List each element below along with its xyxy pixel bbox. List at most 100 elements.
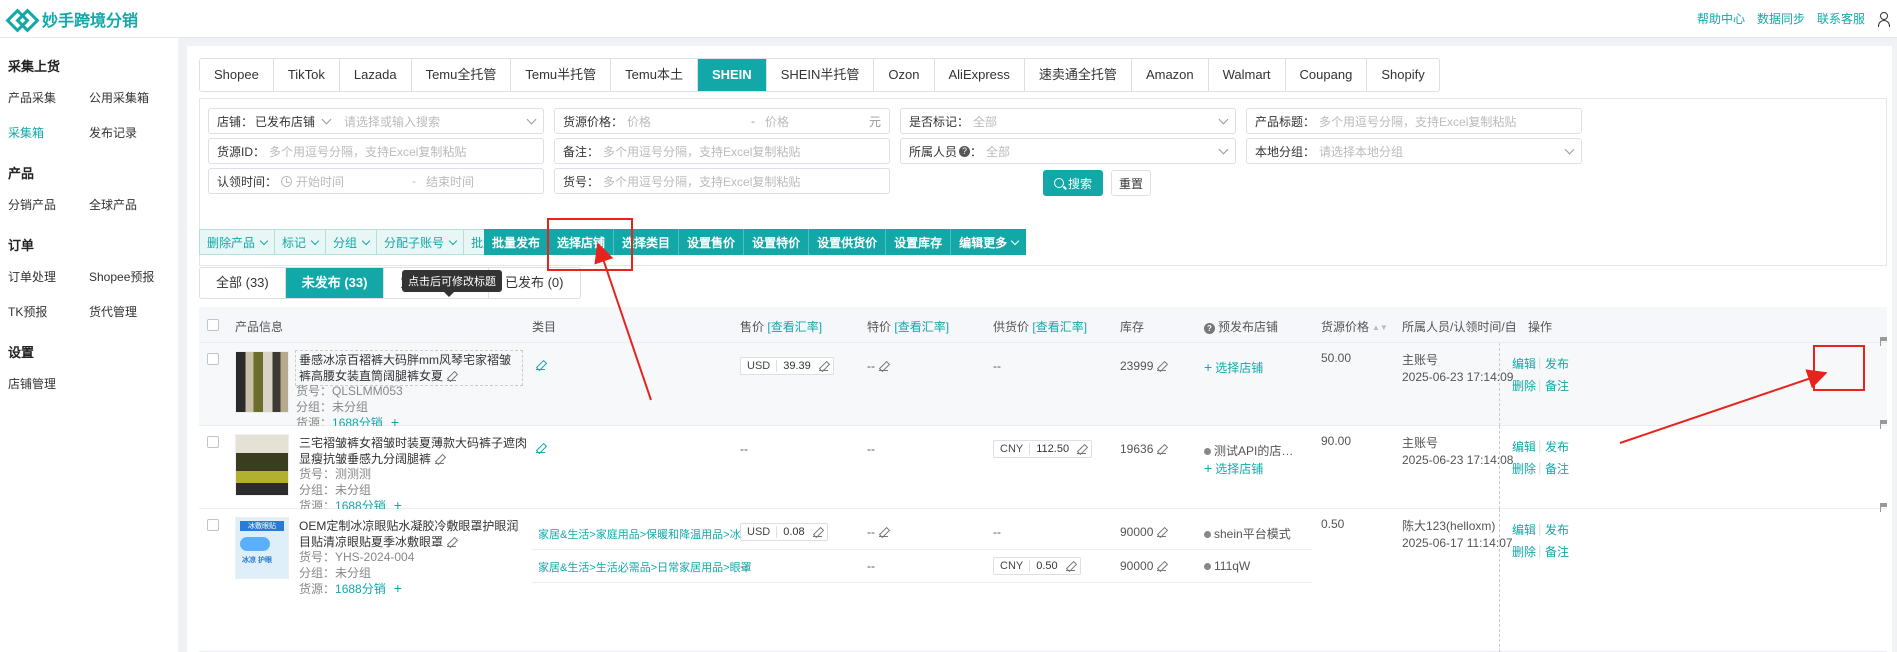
- flag-icon[interactable]: [1880, 420, 1888, 429]
- product-title[interactable]: OEM定制冰凉眼贴水凝胶冷敷眼罩护眼润目贴清凉眼贴夏季冰敷眼罩: [299, 518, 527, 550]
- mark-button[interactable]: 标记: [274, 229, 326, 255]
- plus-icon[interactable]: +: [394, 581, 402, 595]
- store-select[interactable]: 店铺： 已发布店铺 请选择或输入搜索: [208, 108, 544, 134]
- edit-icon[interactable]: [879, 362, 888, 372]
- price-box[interactable]: USD 39.39: [740, 357, 834, 375]
- publish-button[interactable]: 发布: [1545, 521, 1569, 538]
- product-title[interactable]: 垂感冰凉百褶裤大码胖mm风琴宅家褶皱裤高腰女装直筒阔腿裤女夏: [295, 350, 523, 386]
- publish-button[interactable]: 发布: [1545, 355, 1569, 372]
- note-button[interactable]: 备注: [1545, 543, 1569, 560]
- set-price-button[interactable]: 设置售价: [679, 229, 745, 255]
- tab-tiktok[interactable]: TikTok: [274, 59, 340, 91]
- data-sync-link[interactable]: 数据同步: [1757, 10, 1805, 27]
- row-checkbox[interactable]: [207, 519, 219, 531]
- category-path[interactable]: 家居&生活>家庭用品>保暖和降温用品>冰贴: [538, 526, 752, 542]
- user-icon[interactable]: [1877, 11, 1890, 27]
- edit-more-button[interactable]: 编辑更多: [951, 229, 1027, 255]
- set-stock-button[interactable]: 设置库存: [886, 229, 952, 255]
- tab-temu-half[interactable]: Temu半托管: [511, 59, 612, 91]
- edit-icon[interactable]: [536, 361, 545, 371]
- special-price[interactable]: --: [867, 359, 888, 373]
- group-button[interactable]: 分组: [325, 229, 377, 255]
- set-supply-price-button[interactable]: 设置供货价: [809, 229, 887, 255]
- select-store-link[interactable]: + 选择店铺: [1204, 460, 1263, 477]
- product-title[interactable]: 三宅褶皱裤女褶皱时装夏薄款大码裤子遮肉显瘦抗皱垂感九分阔腿裤: [299, 435, 527, 467]
- sidebar-item-collect-box[interactable]: 采集箱: [8, 124, 89, 141]
- tab-temu-local[interactable]: Temu本土: [611, 59, 698, 91]
- tab-shein-half[interactable]: SHEIN半托管: [767, 59, 875, 91]
- local-group-select[interactable]: 本地分组： 请选择本地分组: [1246, 138, 1582, 164]
- rate-link[interactable]: [查看汇率]: [894, 320, 949, 334]
- stock[interactable]: 19636: [1120, 442, 1167, 456]
- edit-icon[interactable]: [1157, 362, 1167, 372]
- tab-shopee[interactable]: Shopee: [200, 59, 274, 91]
- delete-button[interactable]: 删除: [1512, 543, 1536, 560]
- flag-icon[interactable]: [1880, 503, 1888, 512]
- sidebar-item-tk-forecast[interactable]: TK预报: [8, 303, 89, 320]
- stock[interactable]: 90000: [1120, 525, 1167, 539]
- edit-button[interactable]: 编辑: [1512, 438, 1536, 455]
- product-thumbnail[interactable]: [235, 351, 289, 413]
- delete-product-button[interactable]: 删除产品: [199, 229, 275, 255]
- sku-input[interactable]: 货号： 多个用逗号分隔，支持Excel复制粘贴: [554, 168, 890, 194]
- edit-icon[interactable]: [1157, 562, 1167, 572]
- flag-icon[interactable]: [1880, 337, 1888, 346]
- note-input[interactable]: 备注： 多个用逗号分隔，支持Excel复制粘贴: [554, 138, 890, 164]
- tab-coupang[interactable]: Coupang: [1286, 59, 1368, 91]
- edit-button[interactable]: 编辑: [1512, 355, 1536, 372]
- sidebar-item-global-product[interactable]: 全球产品: [89, 196, 170, 213]
- row-checkbox[interactable]: [207, 353, 219, 365]
- edit-icon[interactable]: [435, 455, 445, 465]
- product-title-input[interactable]: 产品标题： 多个用逗号分隔，支持Excel复制粘贴: [1246, 108, 1582, 134]
- edit-icon[interactable]: [818, 362, 828, 371]
- sidebar-item-publish-record[interactable]: 发布记录: [89, 124, 170, 141]
- tab-shopify[interactable]: Shopify: [1367, 59, 1438, 91]
- tab-ozon[interactable]: Ozon: [874, 59, 935, 91]
- sidebar-item-store-manage[interactable]: 店铺管理: [8, 375, 92, 392]
- select-store-link[interactable]: + 选择店铺: [1204, 359, 1263, 376]
- edit-icon[interactable]: [1065, 562, 1075, 571]
- tab-unpublished[interactable]: 未发布 (33): [285, 268, 385, 298]
- owner-select[interactable]: 所属人员 ? ： 全部: [900, 138, 1236, 164]
- edit-icon[interactable]: [879, 528, 888, 538]
- tab-published[interactable]: 已发布 (0): [489, 268, 580, 298]
- category-edit[interactable]: [532, 440, 545, 455]
- delete-button[interactable]: 删除: [1512, 377, 1536, 394]
- select-store-button[interactable]: 选择店铺: [549, 229, 615, 255]
- publish-button[interactable]: 发布: [1545, 438, 1569, 455]
- edit-icon[interactable]: [1077, 445, 1087, 454]
- sidebar-item-product-collect[interactable]: 产品采集: [8, 89, 89, 106]
- tab-all[interactable]: 全部 (33): [200, 268, 286, 298]
- category-edit[interactable]: [532, 357, 545, 372]
- note-button[interactable]: 备注: [1545, 377, 1569, 394]
- note-button[interactable]: 备注: [1545, 460, 1569, 477]
- search-button[interactable]: 搜索: [1043, 170, 1103, 196]
- contact-support-link[interactable]: 联系客服: [1817, 10, 1865, 27]
- tab-aliexpress[interactable]: AliExpress: [935, 59, 1025, 91]
- tab-walmart[interactable]: Walmart: [1209, 59, 1286, 91]
- category-path[interactable]: 家居&生活>生活必需品>日常家居用品>眼罩: [538, 559, 752, 575]
- stock[interactable]: 23999: [1120, 359, 1167, 373]
- assign-subaccount-button[interactable]: 分配子账号: [376, 229, 464, 255]
- source-id-input[interactable]: 货源ID： 多个用逗号分隔，支持Excel复制粘贴: [208, 138, 544, 164]
- source-link[interactable]: 1688分销: [335, 582, 386, 596]
- edit-icon[interactable]: [812, 528, 822, 537]
- supply-price-box[interactable]: CNY 112.50: [993, 440, 1093, 458]
- sidebar-item-forwarder[interactable]: 货代管理: [89, 303, 170, 320]
- delete-button[interactable]: 删除: [1512, 460, 1536, 477]
- special-price[interactable]: --: [867, 525, 888, 539]
- tab-aliexpress-full[interactable]: 速卖通全托管: [1025, 59, 1132, 91]
- product-thumbnail[interactable]: 冰敷眼贴 冰凉 护眼: [235, 517, 289, 579]
- sidebar-item-shopee-forecast[interactable]: Shopee预报: [89, 268, 170, 285]
- bulk-publish-button[interactable]: 批量发布: [484, 229, 550, 255]
- edit-icon[interactable]: [447, 538, 457, 548]
- stock[interactable]: 90000: [1120, 559, 1167, 573]
- edit-button[interactable]: 编辑: [1512, 521, 1536, 538]
- rate-link[interactable]: [查看汇率]: [1032, 320, 1087, 334]
- select-all-checkbox[interactable]: [207, 319, 219, 331]
- marked-select[interactable]: 是否标记： 全部: [900, 108, 1236, 134]
- source-price-range[interactable]: 货源价格： 价格 - 价格 元: [554, 108, 890, 134]
- select-category-button[interactable]: 选择类目: [614, 229, 680, 255]
- tab-lazada[interactable]: Lazada: [340, 59, 412, 91]
- product-thumbnail[interactable]: [235, 434, 289, 496]
